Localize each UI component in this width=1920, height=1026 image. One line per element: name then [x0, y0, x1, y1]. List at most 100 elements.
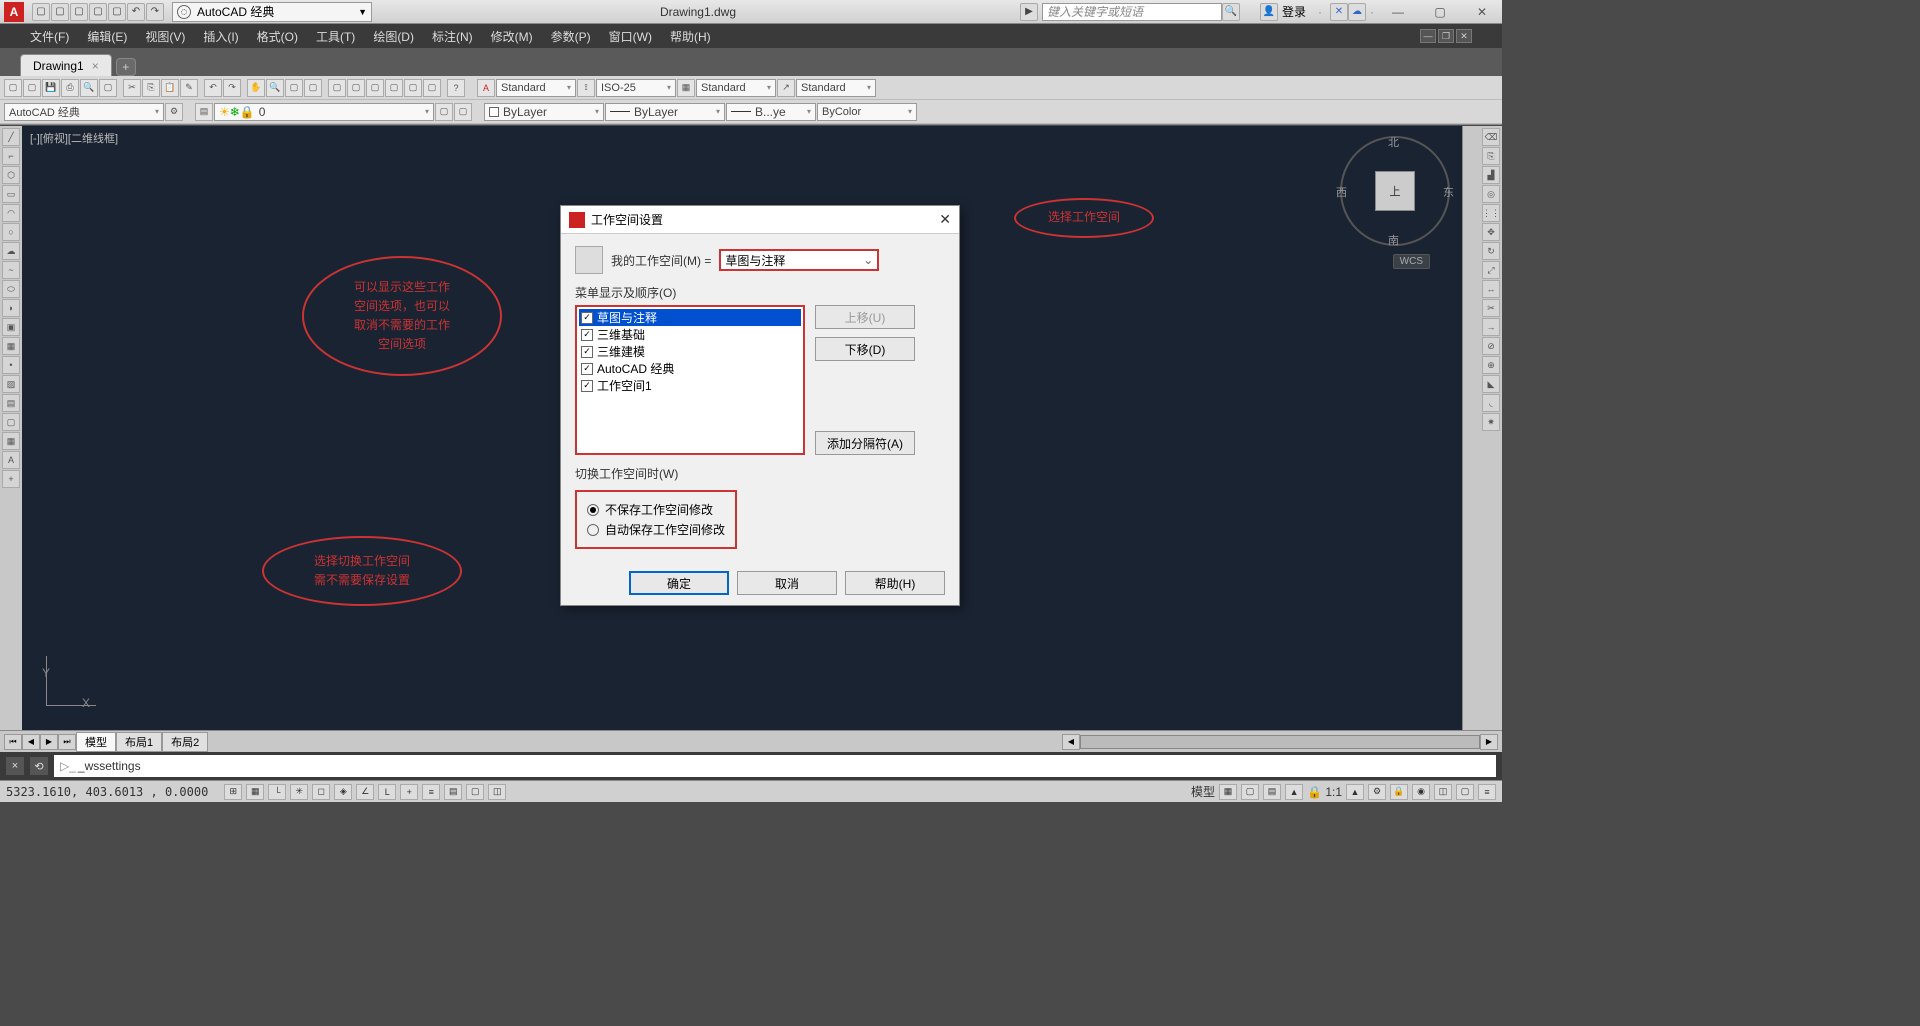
- cmd-close-icon[interactable]: ×: [6, 757, 24, 775]
- wcs-label[interactable]: WCS: [1393, 254, 1430, 269]
- tb-calc-icon[interactable]: ▢: [423, 79, 441, 97]
- tb-print-icon[interactable]: ⎙: [61, 79, 79, 97]
- move-up-button[interactable]: 上移(U): [815, 305, 915, 329]
- tb-preview-icon[interactable]: 🔍: [80, 79, 98, 97]
- workspace-listbox[interactable]: ✓草图与注释 ✓三维基础 ✓三维建模 ✓AutoCAD 经典 ✓工作空间1: [575, 305, 805, 455]
- menu-edit[interactable]: 编辑(E): [87, 28, 127, 45]
- stretch-icon[interactable]: ↔: [1482, 280, 1500, 298]
- qat-saveas-icon[interactable]: ▢: [89, 3, 107, 21]
- new-tab-button[interactable]: +: [116, 58, 136, 76]
- linetype-dropdown[interactable]: ByLayer: [605, 103, 725, 121]
- polar-icon[interactable]: ✳: [290, 784, 308, 800]
- tab-layout1[interactable]: 布局1: [116, 732, 162, 752]
- viewcube[interactable]: 上 北 南 西 东: [1340, 136, 1450, 246]
- workspace-dropdown[interactable]: AutoCAD 经典 ▼: [172, 2, 372, 22]
- scroll-left-icon[interactable]: ◀: [1062, 734, 1080, 750]
- doc-min-icon[interactable]: —: [1420, 29, 1436, 43]
- qat-save-icon[interactable]: ▢: [70, 3, 88, 21]
- point-icon[interactable]: •: [2, 356, 20, 374]
- radio-auto-save[interactable]: 自动保存工作空间修改: [587, 521, 725, 538]
- status-model[interactable]: 模型: [1191, 783, 1215, 800]
- textstyle-dropdown[interactable]: Standard: [496, 79, 576, 97]
- tb-zoom-icon[interactable]: 🔍: [266, 79, 284, 97]
- viewcube-east[interactable]: 东: [1443, 184, 1454, 200]
- ortho-icon[interactable]: └: [268, 784, 286, 800]
- dimstyle-dropdown[interactable]: ISO-25: [596, 79, 676, 97]
- cancel-button[interactable]: 取消: [737, 571, 837, 595]
- ws-gear-icon[interactable]: ⚙: [165, 103, 183, 121]
- status-scale[interactable]: 🔒 1:1: [1307, 785, 1342, 799]
- help-button[interactable]: 帮助(H): [845, 571, 945, 595]
- viewcube-west[interactable]: 西: [1336, 184, 1347, 200]
- scroll-right-icon[interactable]: ▶: [1480, 734, 1498, 750]
- layer-dropdown[interactable]: ☀❄🔒 0: [214, 103, 434, 121]
- tb-match-icon[interactable]: ✎: [180, 79, 198, 97]
- checkbox-icon[interactable]: ✓: [581, 329, 593, 341]
- ellipsearc-icon[interactable]: ◗: [2, 299, 20, 317]
- text-icon[interactable]: A: [2, 451, 20, 469]
- tab-layout2[interactable]: 布局2: [162, 732, 208, 752]
- grid-icon[interactable]: ▦: [246, 784, 264, 800]
- break-icon[interactable]: ⊘: [1482, 337, 1500, 355]
- region-icon[interactable]: ▢: [2, 413, 20, 431]
- tb-pan-icon[interactable]: ✋: [247, 79, 265, 97]
- revcloud-icon[interactable]: ☁: [2, 242, 20, 260]
- polyline-icon[interactable]: ⌐: [2, 147, 20, 165]
- status-lock-icon[interactable]: 🔒: [1390, 784, 1408, 800]
- rectangle-icon[interactable]: ▭: [2, 185, 20, 203]
- ellipse-icon[interactable]: ⬭: [2, 280, 20, 298]
- search-input[interactable]: 键入关键字或短语: [1042, 3, 1222, 21]
- qat-redo-icon[interactable]: ↷: [146, 3, 164, 21]
- menu-window[interactable]: 窗口(W): [609, 28, 652, 45]
- erase-icon[interactable]: ⌫: [1482, 128, 1500, 146]
- status-clean-icon[interactable]: ▢: [1456, 784, 1474, 800]
- menu-tools[interactable]: 工具(T): [316, 28, 355, 45]
- layer-state-icon[interactable]: ▢: [435, 103, 453, 121]
- title-play-icon[interactable]: ▶: [1020, 3, 1038, 21]
- block-icon[interactable]: ▦: [2, 337, 20, 355]
- scale-icon[interactable]: ⤢: [1482, 261, 1500, 279]
- move-icon[interactable]: ✥: [1482, 223, 1500, 241]
- qat-undo-icon[interactable]: ↶: [127, 3, 145, 21]
- hatch-icon[interactable]: ▨: [2, 375, 20, 393]
- layer-iso-icon[interactable]: ▢: [454, 103, 472, 121]
- join-icon[interactable]: ⊕: [1482, 356, 1500, 374]
- scrollbar-vertical[interactable]: [1462, 126, 1480, 730]
- polygon-icon[interactable]: ⬡: [2, 166, 20, 184]
- dialog-close-icon[interactable]: ✕: [939, 211, 951, 228]
- tb-props-icon[interactable]: ▢: [328, 79, 346, 97]
- status-anno-icon[interactable]: ▲: [1285, 784, 1303, 800]
- addsel-icon[interactable]: +: [2, 470, 20, 488]
- tb-new-icon[interactable]: ▢: [4, 79, 22, 97]
- tb-open-icon[interactable]: ▢: [23, 79, 41, 97]
- gradient-icon[interactable]: ▤: [2, 394, 20, 412]
- doc-tab-close-icon[interactable]: ×: [92, 59, 99, 73]
- color-dropdown[interactable]: ByLayer: [484, 103, 604, 121]
- status-layout-icon[interactable]: ▢: [1241, 784, 1259, 800]
- viewcube-top[interactable]: 上: [1375, 171, 1415, 211]
- mirror-icon[interactable]: ▟: [1482, 166, 1500, 184]
- status-coords[interactable]: 5323.1610, 403.6013 , 0.0000: [6, 785, 208, 799]
- lineweight-dropdown[interactable]: B...ye: [726, 103, 816, 121]
- command-input[interactable]: ▷__wssettings: [54, 755, 1496, 777]
- tab-last-icon[interactable]: ⏭: [58, 734, 76, 750]
- layerprops-icon[interactable]: ▤: [195, 103, 213, 121]
- user-icon[interactable]: 👤: [1260, 3, 1278, 21]
- tb-tablestyle-icon[interactable]: ▦: [677, 79, 695, 97]
- fillet-icon[interactable]: ◟: [1482, 394, 1500, 412]
- extend-icon[interactable]: →: [1482, 318, 1500, 336]
- tab-first-icon[interactable]: ⏮: [4, 734, 22, 750]
- minimize-button[interactable]: —: [1378, 2, 1418, 22]
- dyn-icon[interactable]: +: [400, 784, 418, 800]
- qat-new-icon[interactable]: ▢: [32, 3, 50, 21]
- tb-save-icon[interactable]: 💾: [42, 79, 60, 97]
- tb-mleaderstyle-icon[interactable]: ↗: [777, 79, 795, 97]
- status-qv-icon[interactable]: ▤: [1263, 784, 1281, 800]
- login-link[interactable]: 登录: [1282, 3, 1306, 20]
- mleaderstyle-dropdown[interactable]: Standard: [796, 79, 876, 97]
- menu-parametric[interactable]: 参数(P): [551, 28, 591, 45]
- close-button[interactable]: ✕: [1462, 2, 1502, 22]
- spline-icon[interactable]: ~: [2, 261, 20, 279]
- status-hw-icon[interactable]: ◉: [1412, 784, 1430, 800]
- tb-zoomprev-icon[interactable]: ▢: [304, 79, 322, 97]
